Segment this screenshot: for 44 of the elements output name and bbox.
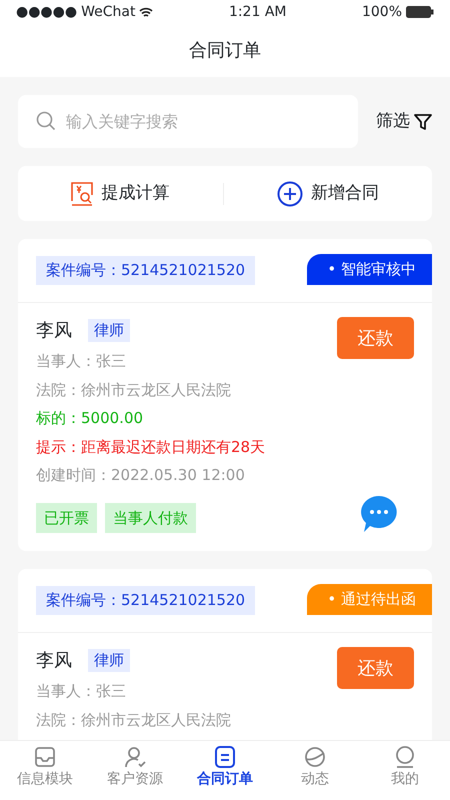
tab-item[interactable]: 信息模块 <box>0 741 90 800</box>
info-text: 当事人：张三 <box>36 681 127 702</box>
signal-dots: ●●●●● <box>16 2 78 22</box>
repay-button[interactable]: 还款 <box>337 317 414 359</box>
status-label: • 智能审核中 <box>307 254 432 284</box>
person-check-icon <box>123 745 147 769</box>
report-search-icon <box>71 182 94 206</box>
profile-icon <box>393 745 417 769</box>
status-tag: 已开票 <box>36 502 97 533</box>
battery-level: 100% <box>362 2 402 22</box>
tab-item[interactable]: 客户资源 <box>90 741 180 800</box>
role-tag: 律师 <box>88 649 130 672</box>
filter-button[interactable]: 筛选 <box>376 108 432 134</box>
warning-text: 提示：距离最迟还款日期还有28天 <box>36 436 266 458</box>
case-number: 案件编号：5214521021520 <box>36 256 256 285</box>
carrier-name: WeChat <box>81 2 136 22</box>
wifi-icon <box>139 6 154 18</box>
chat-bubble-icon[interactable] <box>360 495 398 533</box>
client-name: 李风 <box>36 649 72 673</box>
status-tag: 当事人付款 <box>105 502 196 533</box>
planet-icon <box>303 745 327 769</box>
info-text: 法院：徐州市云龙区人民法院 <box>36 380 232 400</box>
page-title: 合同订单 <box>189 39 261 63</box>
filter-icon <box>414 112 432 130</box>
document-icon <box>213 745 237 769</box>
action-button[interactable]: 新增合同 <box>224 180 432 206</box>
battery-icon <box>406 6 434 18</box>
inbox-icon <box>33 745 57 769</box>
info-text: 标的：5000.00 <box>36 408 144 429</box>
case-number: 案件编号：5214521021520 <box>36 586 256 615</box>
tab-item[interactable]: 合同订单 <box>180 741 270 800</box>
clock: 1:21 AM <box>228 2 286 22</box>
client-name: 李风 <box>36 319 72 343</box>
info-text: 法院：徐州市云龙区人民法院 <box>36 710 231 730</box>
search-field[interactable]: 输入关键字搜索 <box>18 95 358 148</box>
tab-item[interactable]: 我的 <box>360 741 450 800</box>
tab-item[interactable]: 动态 <box>270 741 360 800</box>
status-label: • 通过待出函 <box>307 584 432 614</box>
info-text: 创建时间：2022.05.30 12:00 <box>36 465 246 486</box>
action-button[interactable]: 提成计算 <box>18 180 222 206</box>
role-tag: 律师 <box>88 319 130 342</box>
plus-circle-icon <box>276 180 303 206</box>
info-text: 当事人：张三 <box>36 351 127 372</box>
repay-button[interactable]: 还款 <box>337 647 414 689</box>
